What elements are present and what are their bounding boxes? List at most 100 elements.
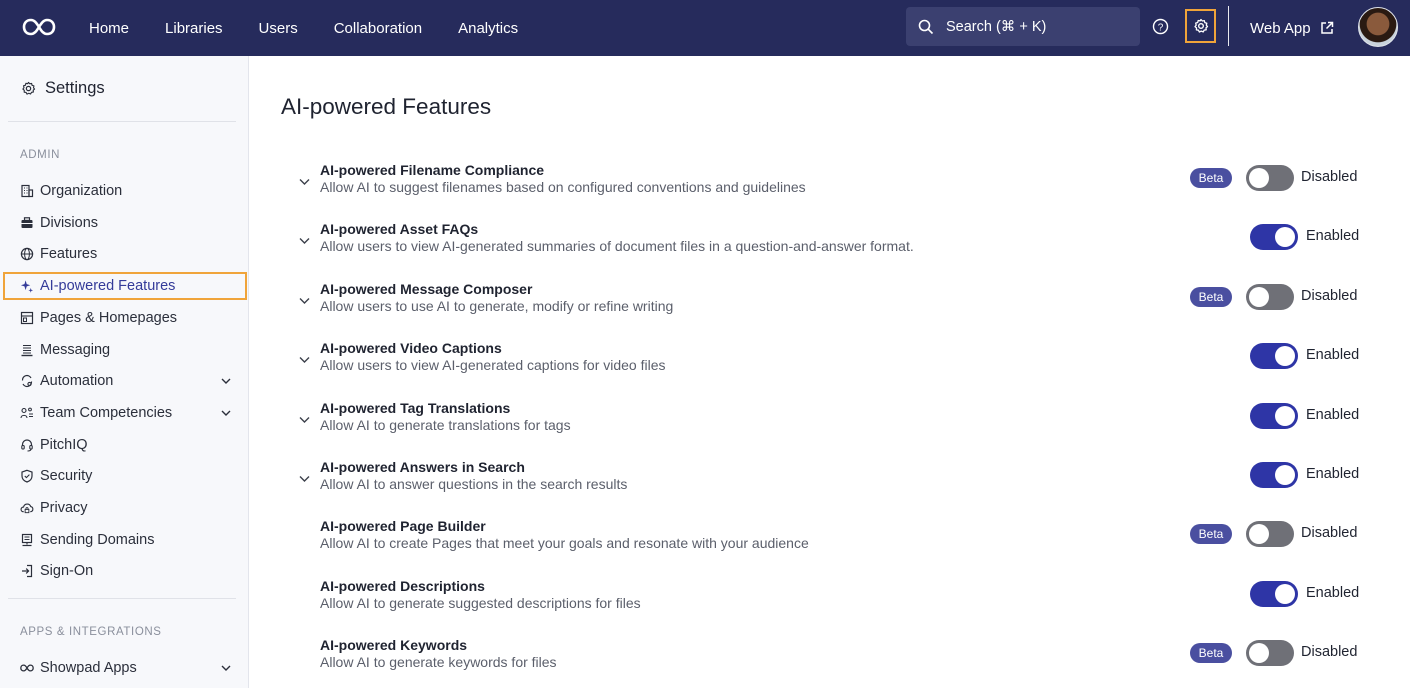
sidebar-item-label: Messaging bbox=[40, 341, 111, 358]
beta-badge: Beta bbox=[1190, 643, 1232, 664]
server-icon bbox=[20, 533, 34, 547]
page-title: AI-powered Features bbox=[281, 94, 492, 119]
apps-section-label: APPS & INTEGRATIONS bbox=[20, 626, 162, 638]
web-app-link[interactable]: Web App bbox=[1250, 0, 1334, 56]
toggle-state-label: Disabled bbox=[1301, 644, 1358, 661]
briefcase-icon bbox=[20, 216, 34, 230]
sidebar-item-showpad-apps[interactable]: Showpad Apps bbox=[20, 654, 242, 682]
toggle-knob bbox=[1249, 524, 1269, 545]
toggle-knob bbox=[1275, 405, 1295, 426]
beta-badge: Beta bbox=[1190, 286, 1232, 307]
chevron-down-icon[interactable] bbox=[298, 353, 311, 366]
sparkle-icon bbox=[20, 279, 34, 293]
shield-icon bbox=[20, 469, 34, 483]
sidebar-item-label: Showpad Apps bbox=[40, 660, 137, 676]
chevron-down-icon[interactable] bbox=[298, 234, 311, 247]
sidebar-title: Settings bbox=[21, 79, 105, 98]
help-icon[interactable]: ? bbox=[1152, 18, 1169, 35]
settings-sidebar: Settings ADMIN Organization Divisions Feat… bbox=[0, 56, 249, 688]
chevron-down-icon[interactable] bbox=[298, 472, 311, 485]
sidebar-item-label: Security bbox=[40, 468, 93, 485]
divider bbox=[1228, 6, 1229, 46]
feature-toggle[interactable] bbox=[1246, 283, 1294, 310]
sidebar-title-label: Settings bbox=[45, 79, 105, 97]
feature-toggle[interactable] bbox=[1250, 224, 1298, 251]
feature-toggle[interactable] bbox=[1250, 462, 1298, 488]
sign-in-icon bbox=[20, 564, 34, 578]
sidebar-item-pages-and-homepages[interactable]: Pages & Homepages bbox=[20, 304, 242, 332]
sidebar-item-privacy[interactable]: Privacy bbox=[20, 494, 242, 522]
sidebar-item-automation[interactable]: Automation bbox=[20, 367, 242, 395]
sidebar-item-label: Organization bbox=[40, 183, 123, 199]
feature-row: AI-powered Filename Compliance Allow AI t… bbox=[296, 162, 1366, 212]
sidebar-item-label: Team Competencies bbox=[40, 404, 173, 421]
toggle-state-label: Enabled bbox=[1306, 406, 1360, 423]
toggle-knob bbox=[1275, 227, 1295, 248]
toggle-knob bbox=[1275, 583, 1295, 604]
team-icon bbox=[20, 406, 34, 420]
sidebar-item-label: Privacy bbox=[40, 500, 88, 516]
toggle-state-label: Enabled bbox=[1306, 228, 1360, 245]
admin-section-label: ADMIN bbox=[20, 149, 61, 161]
toggle-knob bbox=[1249, 168, 1269, 188]
chevron-down-icon[interactable] bbox=[220, 407, 232, 419]
settings-gear-button[interactable] bbox=[1185, 9, 1216, 43]
automation-icon bbox=[20, 374, 34, 388]
feature-title: AI-powered Descriptions bbox=[320, 577, 485, 594]
feature-toggle[interactable] bbox=[1250, 580, 1298, 607]
toggle-knob bbox=[1275, 465, 1295, 485]
nav-item-analytics[interactable]: Analytics bbox=[458, 20, 518, 37]
feature-row: AI-powered Asset FAQs Allow users to view… bbox=[296, 221, 1366, 271]
search-box[interactable] bbox=[906, 7, 1140, 46]
chevron-down-icon[interactable] bbox=[220, 662, 232, 674]
feature-toggle[interactable] bbox=[1246, 521, 1294, 548]
cloud-lock-icon bbox=[20, 501, 34, 515]
nav-item-users[interactable]: Users bbox=[259, 20, 298, 37]
sidebar-item-security[interactable]: Security bbox=[20, 462, 242, 490]
sidebar-item-sending-domains[interactable]: Sending Domains bbox=[20, 526, 242, 554]
feature-title: AI-powered Asset FAQs bbox=[320, 221, 479, 238]
chevron-down-icon[interactable] bbox=[298, 413, 311, 426]
toggle-state-label: Disabled bbox=[1301, 287, 1358, 304]
chevron-down-icon[interactable] bbox=[298, 175, 311, 188]
sidebar-item-features[interactable]: Features bbox=[20, 240, 242, 268]
search-input[interactable] bbox=[946, 18, 1126, 35]
feature-row: AI-powered Video Captions Allow users to … bbox=[296, 340, 1366, 390]
toggle-knob bbox=[1249, 286, 1269, 307]
nav-item-libraries[interactable]: Libraries bbox=[165, 20, 223, 37]
sidebar-item-messaging[interactable]: Messaging bbox=[20, 336, 242, 364]
headset-icon bbox=[20, 438, 34, 452]
sidebar-item-sign-on[interactable]: Sign-On bbox=[20, 557, 242, 585]
feature-row: AI-powered Answers in Search Allow AI to … bbox=[296, 459, 1366, 509]
chevron-down-icon[interactable] bbox=[298, 294, 311, 307]
feature-description: Allow AI to generate translations for ta… bbox=[320, 416, 571, 433]
nav-item-collaboration[interactable]: Collaboration bbox=[334, 20, 422, 37]
sidebar-item-label: Features bbox=[40, 246, 98, 263]
feature-toggle[interactable] bbox=[1250, 402, 1298, 429]
sidebar-item-label: Automation bbox=[40, 373, 114, 390]
toggle-state-label: Disabled bbox=[1301, 169, 1358, 185]
infinity-logo-icon[interactable] bbox=[22, 14, 56, 40]
chevron-down-icon[interactable] bbox=[220, 375, 232, 387]
toggle-knob bbox=[1249, 643, 1269, 664]
feature-row: AI-powered Page Builder Allow AI to creat… bbox=[296, 518, 1366, 568]
feature-toggle[interactable] bbox=[1250, 343, 1298, 370]
feature-row: AI-powered Keywords Allow AI to generate … bbox=[296, 637, 1366, 687]
sidebar-item-pitchiq[interactable]: PitchIQ bbox=[20, 431, 242, 459]
gear-icon bbox=[1193, 18, 1208, 33]
sidebar-item-ai-powered-features[interactable]: AI-powered Features bbox=[3, 272, 247, 301]
globe-icon bbox=[20, 247, 34, 261]
main-nav: Home Libraries Users Collaboration Analytics bbox=[89, 0, 554, 56]
sidebar-item-organization[interactable]: Organization bbox=[20, 177, 242, 205]
toggle-state-label: Disabled bbox=[1301, 525, 1358, 542]
nav-item-home[interactable]: Home bbox=[89, 20, 129, 37]
sidebar-item-team-competencies[interactable]: Team Competencies bbox=[20, 399, 242, 427]
feature-toggle[interactable] bbox=[1246, 640, 1294, 667]
sidebar-item-divisions[interactable]: Divisions bbox=[20, 209, 242, 237]
user-avatar[interactable] bbox=[1358, 7, 1398, 47]
feature-toggle[interactable] bbox=[1246, 165, 1294, 191]
svg-text:?: ? bbox=[1158, 22, 1164, 33]
feature-title: AI-powered Keywords bbox=[320, 637, 468, 654]
sidebar-item-label: Divisions bbox=[40, 214, 99, 231]
feature-row: AI-powered Tag Translations Allow AI to g… bbox=[296, 400, 1366, 450]
